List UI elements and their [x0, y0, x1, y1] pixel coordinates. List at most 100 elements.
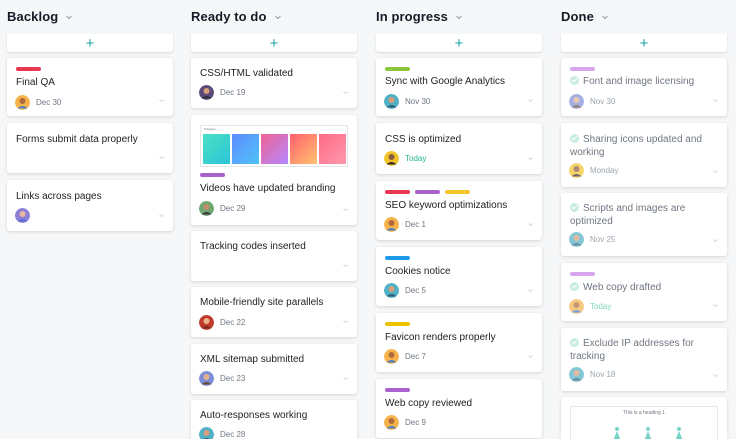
- completed-check-icon[interactable]: [570, 338, 579, 347]
- task-card[interactable]: Links across pages: [7, 180, 173, 231]
- task-card[interactable]: CSS/HTML validated Dec 19: [191, 58, 357, 108]
- avatar[interactable]: [569, 232, 584, 247]
- task-card[interactable]: Auto-responses working Dec 28: [191, 400, 357, 439]
- task-card[interactable]: Snippets Videos have updated branding De…: [191, 115, 357, 225]
- tag-purple: [570, 67, 595, 71]
- avatar[interactable]: [384, 217, 399, 232]
- add-task-button[interactable]: +: [7, 34, 173, 52]
- avatar[interactable]: [15, 95, 30, 110]
- task-card[interactable]: Mobile-friendly site parallels Dec 22: [191, 287, 357, 337]
- chevron-down-icon[interactable]: [713, 99, 718, 102]
- due-date: Dec 5: [405, 286, 426, 295]
- chevron-down-icon[interactable]: [528, 223, 533, 226]
- due-date: Nov 30: [590, 97, 616, 106]
- card-title: Favicon renders properly: [385, 332, 496, 343]
- avatar[interactable]: [15, 208, 30, 223]
- avatar[interactable]: [199, 427, 214, 439]
- due-date: Dec 23: [220, 374, 246, 383]
- column-header[interactable]: In progress: [376, 9, 463, 24]
- avatar[interactable]: [569, 299, 584, 314]
- task-card[interactable]: XML sitemap submitted Dec 23: [191, 344, 357, 394]
- column-header[interactable]: Done: [561, 9, 609, 24]
- due-date: Nov 30: [405, 97, 431, 106]
- chevron-down-icon[interactable]: [713, 374, 718, 377]
- avatar[interactable]: [199, 201, 214, 216]
- card-title: Web copy drafted: [570, 281, 715, 294]
- completed-check-icon[interactable]: [570, 76, 579, 85]
- column-header[interactable]: Backlog: [7, 9, 73, 24]
- chevron-down-icon[interactable]: [159, 156, 164, 159]
- chevron-down-icon[interactable]: [343, 91, 348, 94]
- task-card[interactable]: Exclude IP addresses for tracking Nov 18: [561, 328, 727, 391]
- tag-yellow: [445, 190, 470, 194]
- task-card[interactable]: Scripts and images are optimized Nov 25: [561, 193, 727, 256]
- due-date: Today: [590, 302, 612, 311]
- chevron-down-icon[interactable]: [343, 208, 348, 211]
- card-title: Videos have updated branding: [200, 183, 336, 194]
- chevron-down-icon[interactable]: [455, 13, 463, 21]
- avatar[interactable]: [384, 349, 399, 364]
- chevron-down-icon[interactable]: [159, 214, 164, 217]
- card-meta: Dec 29: [199, 201, 245, 216]
- completed-check-icon[interactable]: [570, 282, 579, 291]
- chevron-down-icon[interactable]: [159, 99, 164, 102]
- avatar[interactable]: [384, 94, 399, 109]
- tag-purple: [385, 388, 410, 392]
- task-card[interactable]: Tracking codes inserted: [191, 231, 357, 281]
- task-card[interactable]: SEO keyword optimizations Dec 1: [376, 181, 542, 240]
- task-card[interactable]: Sync with Google Analytics Nov 30: [376, 58, 542, 116]
- chevron-down-icon[interactable]: [713, 239, 718, 242]
- task-card[interactable]: Font and image licensing Nov 30: [561, 58, 727, 116]
- completed-check-icon[interactable]: [570, 203, 579, 212]
- avatar[interactable]: [569, 94, 584, 109]
- attachment-thumbnail[interactable]: Snippets: [200, 125, 348, 167]
- task-card[interactable]: Web copy drafted Today: [561, 263, 727, 321]
- chevron-down-icon[interactable]: [528, 157, 533, 160]
- add-task-button[interactable]: +: [376, 34, 542, 52]
- card-meta: Dec 22: [199, 315, 245, 330]
- task-card[interactable]: This is a heading 1: [561, 397, 727, 439]
- chevron-down-icon[interactable]: [274, 13, 282, 21]
- chevron-down-icon[interactable]: [528, 355, 533, 358]
- avatar[interactable]: [569, 163, 584, 178]
- chevron-down-icon[interactable]: [713, 304, 718, 307]
- due-date: Dec 7: [405, 352, 426, 361]
- task-card[interactable]: Final QA Dec 30: [7, 58, 173, 116]
- card-meta: Dec 23: [199, 371, 245, 386]
- card-meta: Nov 30: [569, 94, 615, 109]
- card-title: Final QA: [16, 77, 55, 88]
- task-card[interactable]: CSS is optimized Today: [376, 123, 542, 174]
- add-task-button[interactable]: +: [191, 34, 357, 52]
- tag-blue: [385, 256, 410, 260]
- avatar[interactable]: [199, 315, 214, 330]
- tag-purple: [570, 272, 595, 276]
- chevron-down-icon[interactable]: [601, 13, 609, 21]
- completed-check-icon[interactable]: [570, 134, 579, 143]
- chevron-down-icon[interactable]: [343, 264, 348, 267]
- task-card[interactable]: Sharing icons updated and working Monday: [561, 123, 727, 187]
- tag-list: [570, 272, 595, 276]
- avatar[interactable]: [199, 371, 214, 386]
- tag-yellow: [385, 322, 410, 326]
- column-header[interactable]: Ready to do: [191, 9, 282, 24]
- chevron-down-icon[interactable]: [65, 13, 73, 21]
- thumbnail-label: Snippets: [204, 127, 216, 131]
- avatar[interactable]: [384, 151, 399, 166]
- avatar[interactable]: [384, 415, 399, 430]
- chevron-down-icon[interactable]: [343, 320, 348, 323]
- avatar[interactable]: [569, 367, 584, 382]
- chevron-down-icon[interactable]: [528, 99, 533, 102]
- due-date: Dec 28: [220, 430, 246, 439]
- task-card[interactable]: Forms submit data properly: [7, 123, 173, 173]
- chevron-down-icon[interactable]: [528, 289, 533, 292]
- add-task-button[interactable]: +: [561, 34, 727, 52]
- avatar[interactable]: [384, 283, 399, 298]
- tag-purple: [200, 173, 225, 177]
- task-card[interactable]: Favicon renders properly Dec 7: [376, 313, 542, 372]
- task-card[interactable]: Web copy reviewed Dec 9: [376, 379, 542, 438]
- chevron-down-icon[interactable]: [713, 170, 718, 173]
- task-card[interactable]: Cookies notice Dec 5: [376, 247, 542, 306]
- attachment-thumbnail[interactable]: This is a heading 1: [570, 406, 718, 439]
- chevron-down-icon[interactable]: [343, 377, 348, 380]
- avatar[interactable]: [199, 85, 214, 100]
